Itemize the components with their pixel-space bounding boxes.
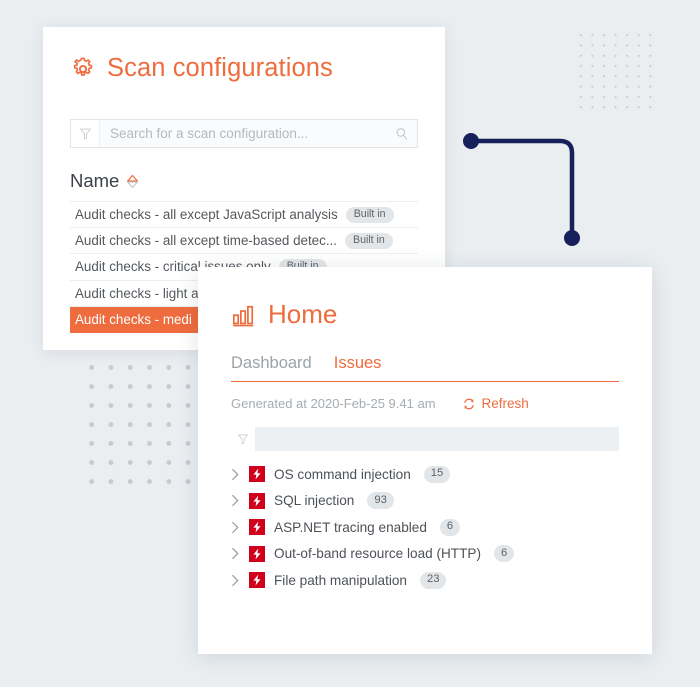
- issue-count-badge: 6: [439, 518, 461, 536]
- config-name: Audit checks - all except time-based det…: [75, 233, 337, 249]
- gear-icon: [73, 57, 93, 76]
- report-meta: Generated at 2020-Feb-25 9.41 am Refresh: [231, 396, 619, 411]
- lightning-bolt-glyph: [253, 468, 261, 480]
- search-bar[interactable]: Search for a scan configuration...: [70, 119, 418, 148]
- tab-dashboard[interactable]: Dashboard: [231, 354, 312, 374]
- issue-count-badge: 93: [367, 492, 394, 510]
- high-severity-icon: [249, 572, 265, 589]
- chevron-right-icon[interactable]: [231, 521, 240, 534]
- search-input[interactable]: Search for a scan configuration...: [110, 126, 395, 141]
- issue-name: OS command injection: [274, 466, 411, 482]
- home-title: Home: [268, 299, 338, 329]
- chevron-right-icon[interactable]: [231, 574, 240, 587]
- chevron-right-icon[interactable]: [231, 494, 240, 507]
- issue-name: Out-of-band resource load (HTTP): [274, 546, 482, 562]
- filter-icon-button[interactable]: [71, 120, 100, 147]
- issue-name: File path manipulation: [274, 572, 407, 588]
- issue-name: ASP.NET tracing enabled: [274, 519, 427, 535]
- high-severity-icon: [249, 519, 265, 536]
- column-header-name[interactable]: Name: [70, 170, 445, 192]
- lightning-bolt-glyph: [253, 495, 261, 507]
- sort-diamond-icon[interactable]: [126, 174, 139, 189]
- funnel-icon: [238, 434, 248, 445]
- home-card-header: Home: [198, 267, 652, 330]
- chevron-right-icon[interactable]: [231, 468, 240, 481]
- built-in-badge: Built in: [345, 232, 393, 249]
- config-name: Audit checks - light a: [75, 285, 199, 301]
- built-in-badge: Built in: [345, 206, 394, 223]
- dot-grid-top-right: [575, 30, 657, 112]
- funnel-icon: [79, 128, 91, 140]
- list-item[interactable]: OS command injection 15: [231, 461, 619, 488]
- issue-count-badge: 23: [420, 571, 447, 589]
- dot-grid-bottom-left: [82, 358, 202, 491]
- bar-chart-icon: [232, 305, 254, 326]
- lightning-bolt-glyph: [253, 521, 261, 533]
- high-severity-icon: [249, 466, 265, 483]
- refresh-label: Refresh: [481, 396, 529, 411]
- issues-list: OS command injection 15 SQL injection 93: [231, 461, 619, 594]
- issue-count-badge: 6: [494, 545, 515, 563]
- issue-name: SQL injection: [274, 493, 355, 509]
- refresh-button[interactable]: Refresh: [462, 396, 529, 411]
- list-item[interactable]: ASP.NET tracing enabled 6: [231, 514, 619, 541]
- magnifier-icon[interactable]: [395, 127, 409, 141]
- list-item[interactable]: Out-of-band resource load (HTTP) 6: [231, 541, 619, 568]
- page-title: Scan configurations: [107, 54, 333, 82]
- lightning-bolt-glyph: [253, 548, 261, 560]
- column-header-label: Name: [70, 170, 120, 191]
- high-severity-icon: [249, 492, 265, 509]
- search-input-container[interactable]: Search for a scan configuration...: [100, 120, 417, 147]
- config-name: Audit checks - all except JavaScript ana…: [75, 207, 338, 223]
- tab-bar: Dashboard Issues: [231, 354, 619, 382]
- scan-card-header: Scan configurations: [43, 27, 445, 83]
- list-item[interactable]: File path manipulation 23: [231, 567, 619, 594]
- tab-issues[interactable]: Issues: [334, 354, 382, 374]
- chevron-right-icon[interactable]: [231, 547, 240, 560]
- config-name: Audit checks - medi: [75, 311, 192, 327]
- issue-count-badge: 15: [423, 465, 451, 483]
- generated-timestamp: Generated at 2020-Feb-25 9.41 am: [231, 396, 436, 411]
- connector-line: [463, 133, 580, 246]
- lightning-bolt-glyph: [253, 574, 261, 586]
- table-row[interactable]: Audit checks - all except JavaScript ana…: [70, 202, 418, 229]
- refresh-icon: [463, 398, 474, 409]
- list-item[interactable]: SQL injection 93: [231, 488, 619, 515]
- high-severity-icon: [249, 545, 265, 562]
- table-row[interactable]: Audit checks - all except time-based det…: [70, 228, 418, 255]
- filter-icon-button[interactable]: [231, 427, 255, 451]
- issues-filter-bar[interactable]: [231, 427, 619, 451]
- home-card: Home Dashboard Issues Generated at 2020-…: [198, 267, 652, 654]
